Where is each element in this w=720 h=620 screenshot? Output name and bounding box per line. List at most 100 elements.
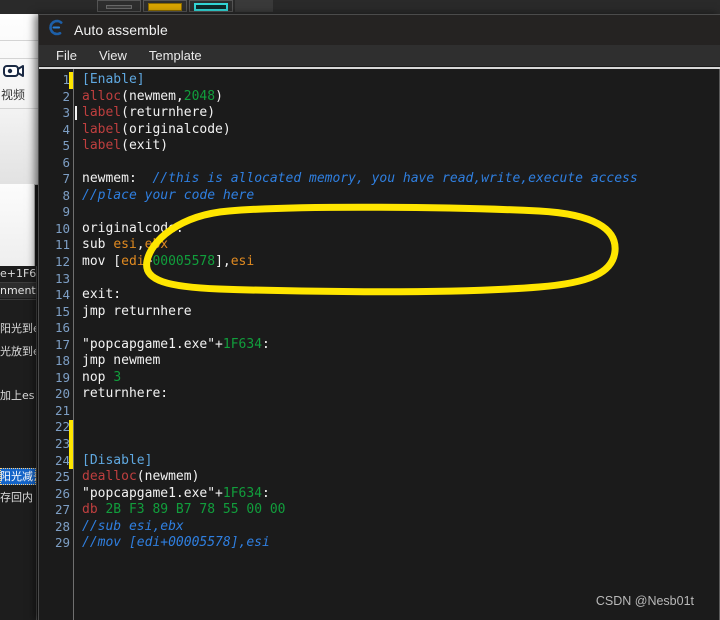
- code-line[interactable]: [Disable]: [82, 453, 720, 470]
- code-line[interactable]: [82, 320, 720, 337]
- code-line[interactable]: label(exit): [82, 138, 720, 155]
- code-token: (exit): [121, 138, 169, 154]
- editor-area[interactable]: 1 2 3 4 5 6 7 8 9 10 11 12 13 14 15 16 17 18 19 20 21 22 23 24 2…: [39, 67, 720, 620]
- menu-item-file[interactable]: File: [45, 46, 88, 65]
- line-number: 9: [62, 204, 70, 220]
- line-number: 7: [62, 171, 70, 187]
- background-toolbar: [0, 0, 720, 15]
- code-line[interactable]: [82, 204, 720, 221]
- code-token: 2048: [183, 88, 216, 104]
- code-editor[interactable]: 1 2 3 4 5 6 7 8 9 10 11 12 13 14 15 16 17 18 19 20 21 22 23 24 2…: [39, 69, 720, 620]
- thumbnail-gray[interactable]: [235, 0, 273, 12]
- code-token: originalcode:: [82, 220, 184, 236]
- line-number: 27: [54, 502, 70, 518]
- line-number: 20: [54, 386, 70, 402]
- code-line[interactable]: newmem: //this is allocated memory, you …: [82, 171, 720, 188]
- code-line[interactable]: jmp returnhere: [82, 304, 720, 321]
- line-number: 21: [54, 402, 70, 418]
- code-line[interactable]: dealloc(newmem): [82, 469, 720, 486]
- code-token: label: [82, 105, 122, 121]
- menu-item-view[interactable]: View: [88, 46, 138, 65]
- thumbnail-yellow[interactable]: [143, 0, 187, 12]
- line-number: 10: [54, 220, 70, 236]
- code-line[interactable]: originalcode:: [82, 221, 720, 238]
- code-line[interactable]: label(returnhere): [82, 105, 720, 122]
- code-token: (newmem,: [121, 88, 184, 104]
- code-token: mov [: [82, 254, 122, 270]
- line-number: 29: [54, 535, 70, 551]
- code-line[interactable]: //place your code here: [82, 188, 720, 205]
- code-line[interactable]: label(originalcode): [82, 122, 720, 139]
- line-number: 11: [54, 237, 70, 253]
- line-number: 15: [54, 303, 70, 319]
- line-number: 5: [62, 138, 70, 154]
- code-token: //place your code here: [82, 187, 255, 203]
- code-line[interactable]: "popcapgame1.exe"+1F634:: [82, 486, 720, 503]
- list-item[interactable]: [0, 412, 36, 427]
- code-line[interactable]: sub esi,ebx: [82, 237, 720, 254]
- code-line[interactable]: returnhere:: [82, 386, 720, 403]
- code-token: jmp returnhere: [82, 303, 192, 319]
- line-number: 22: [54, 419, 70, 435]
- code-line[interactable]: //mov [edi+00005578],esi: [82, 535, 720, 552]
- cheat-engine-logo-icon: [48, 19, 65, 41]
- list-item[interactable]: e+1F62: [0, 266, 36, 281]
- list-item[interactable]: [0, 300, 36, 315]
- code-line[interactable]: [82, 436, 720, 453]
- modified-line-marker: [69, 419, 73, 470]
- code-line[interactable]: [82, 155, 720, 172]
- code-line[interactable]: [82, 271, 720, 288]
- code-line[interactable]: "popcapgame1.exe"+1F634:: [82, 337, 720, 354]
- code-line[interactable]: //sub esi,ebx: [82, 519, 720, 536]
- list-item[interactable]: 光放到e: [0, 344, 36, 359]
- code-token: newmem:: [82, 171, 153, 187]
- line-number: 4: [62, 121, 70, 137]
- code-line[interactable]: [82, 403, 720, 420]
- code-line[interactable]: db 2B F3 89 B7 78 55 00 00: [82, 502, 720, 519]
- line-number: 6: [62, 154, 70, 170]
- line-number: 25: [54, 469, 70, 485]
- window-title: Auto assemble: [74, 22, 168, 38]
- menu-item-template[interactable]: Template: [138, 46, 213, 65]
- line-number: 28: [54, 518, 70, 534]
- code-text[interactable]: [Enable] alloc(newmem,2048) label(returnhe…: [74, 69, 720, 620]
- code-token: //sub esi,ebx: [82, 518, 184, 534]
- code-token: 00005578: [152, 254, 216, 270]
- code-line[interactable]: mov [edi+00005578],esi: [82, 254, 720, 271]
- code-token: :: [262, 485, 270, 501]
- list-item[interactable]: 存回内: [0, 490, 36, 505]
- list-item[interactable]: nment: [0, 283, 36, 298]
- line-number: 1: [62, 72, 70, 87]
- code-line[interactable]: [Enable]: [82, 72, 720, 89]
- code-line[interactable]: alloc(newmem,2048): [82, 89, 720, 106]
- code-line[interactable]: exit:: [82, 287, 720, 304]
- thumbnail-dark[interactable]: [97, 0, 141, 12]
- line-number: 24: [54, 452, 70, 468]
- code-token: esi: [113, 237, 137, 253]
- code-line[interactable]: jmp newmem: [82, 353, 720, 370]
- list-item[interactable]: [0, 434, 36, 449]
- background-cheat-list: e+1F62 nment 阳光到e 光放到e 加上es 阳光减去 存回内: [0, 266, 37, 620]
- code-token: db: [82, 502, 98, 518]
- code-token: 3: [113, 369, 122, 385]
- video-icon: [3, 64, 25, 78]
- code-line[interactable]: [82, 419, 720, 436]
- code-token: 1F634: [222, 485, 263, 501]
- code-token: ],: [215, 254, 231, 270]
- line-number: 3: [62, 105, 70, 121]
- code-token: dealloc: [82, 469, 137, 485]
- code-token: (newmem): [136, 469, 200, 485]
- code-token: alloc: [82, 88, 122, 104]
- code-token: [Enable]: [82, 72, 145, 87]
- list-item-selected[interactable]: 阳光减去: [0, 468, 36, 485]
- window-titlebar[interactable]: Auto assemble: [39, 15, 720, 45]
- line-number: 13: [54, 270, 70, 286]
- list-item[interactable]: 阳光到e: [0, 321, 36, 336]
- code-line[interactable]: nop 3: [82, 370, 720, 387]
- line-number: 2: [62, 88, 70, 104]
- list-item[interactable]: 加上es: [0, 388, 36, 403]
- thumbnail-teal[interactable]: [189, 0, 233, 12]
- code-token: ebx: [144, 237, 169, 253]
- list-item[interactable]: [0, 366, 36, 381]
- line-number: 16: [54, 320, 70, 336]
